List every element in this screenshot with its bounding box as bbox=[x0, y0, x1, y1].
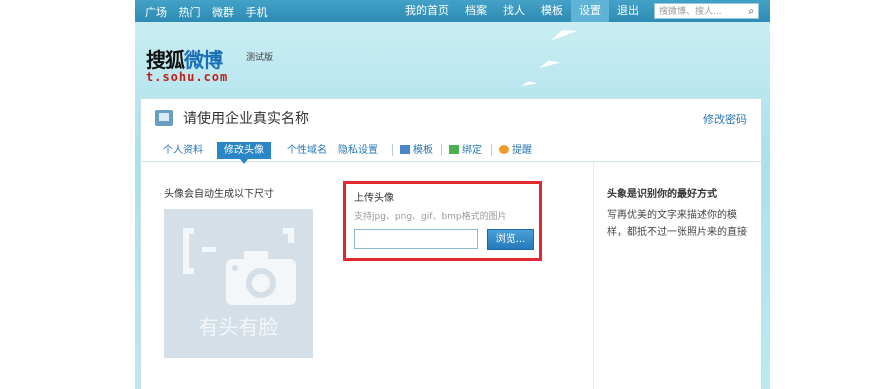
change-password-link[interactable]: 修改密码 bbox=[703, 111, 747, 127]
column-divider bbox=[593, 161, 594, 389]
paper-plane-decoration bbox=[548, 25, 578, 41]
template-icon bbox=[400, 145, 410, 154]
nav-link-logout[interactable]: 退出 bbox=[609, 0, 647, 22]
top-nav-right: 我的首页 档案 找人 模板 设置 退出 bbox=[397, 0, 647, 22]
panel-title: 请使用企业真实名称 bbox=[183, 111, 309, 127]
sidebar-title: 头象是识别你的最好方式 bbox=[607, 189, 717, 200]
search-placeholder: 搜微博、搜人... bbox=[659, 7, 722, 17]
nav-link-settings[interactable]: 设置 bbox=[571, 0, 609, 22]
nav-link-groups[interactable]: 微群 bbox=[212, 6, 234, 19]
top-nav-bar: 广场 热门 微群 手机 我的首页 档案 找人 模板 设置 退出 搜微博、搜人..… bbox=[135, 0, 770, 22]
tab-divider bbox=[491, 144, 492, 156]
tab-divider bbox=[392, 144, 393, 156]
sidebar-text: 写再优美的文字来描述你的模样，都抵不过一张照片来的直接 bbox=[607, 210, 747, 238]
logo-url: t.sohu.com bbox=[146, 70, 229, 84]
avatar-placeholder: 有头有脸 bbox=[164, 209, 313, 358]
camera-icon bbox=[183, 228, 296, 305]
nav-link-find-people[interactable]: 找人 bbox=[495, 0, 533, 22]
reminder-icon bbox=[499, 145, 509, 154]
tab-templates[interactable]: 模板 bbox=[400, 142, 433, 159]
nav-link-home[interactable]: 我的首页 bbox=[397, 0, 457, 22]
nav-link-plaza[interactable]: 广场 bbox=[145, 6, 167, 19]
browse-button[interactable]: 浏览... bbox=[487, 229, 534, 250]
settings-tabs: 个人资料 修改头像 个性域名 隐私设置 模板 绑定 提醒 bbox=[141, 139, 761, 164]
search-input[interactable]: 搜微博、搜人... ⌕ bbox=[654, 3, 759, 19]
tab-reminders[interactable]: 提醒 bbox=[499, 142, 532, 159]
settings-panel: 请使用企业真实名称 修改密码 个人资料 修改头像 个性域名 隐私设置 模板 绑定… bbox=[140, 98, 762, 389]
beta-label: 测试版 bbox=[246, 53, 274, 63]
nav-link-mobile[interactable]: 手机 bbox=[246, 6, 268, 19]
nav-link-profile[interactable]: 档案 bbox=[457, 0, 495, 22]
tab-personal-info[interactable]: 个人资料 bbox=[163, 142, 203, 159]
top-nav-left: 广场 热门 微群 手机 bbox=[145, 4, 276, 20]
profile-card-icon bbox=[155, 110, 173, 126]
tab-privacy[interactable]: 隐私设置 bbox=[338, 142, 378, 159]
file-path-input[interactable] bbox=[354, 229, 478, 249]
avatar-placeholder-text: 有头有脸 bbox=[198, 315, 279, 339]
tab-divider bbox=[441, 144, 442, 156]
tab-change-avatar[interactable]: 修改头像 bbox=[217, 142, 271, 164]
binding-icon bbox=[449, 145, 459, 154]
page-frame: 广场 热门 微群 手机 我的首页 档案 找人 模板 设置 退出 搜微博、搜人..… bbox=[135, 0, 770, 389]
paper-plane-decoration bbox=[537, 57, 561, 69]
paper-plane-decoration bbox=[520, 79, 538, 87]
tab-custom-domain[interactable]: 个性域名 bbox=[287, 142, 327, 159]
avatar-size-title: 头像会自动生成以下尺寸 bbox=[164, 189, 274, 200]
nav-link-templates[interactable]: 模板 bbox=[533, 0, 571, 22]
tab-binding[interactable]: 绑定 bbox=[449, 142, 482, 159]
search-icon[interactable]: ⌕ bbox=[748, 4, 754, 20]
sohu-weibo-logo[interactable]: 搜狐微博 测试版 t.sohu.com bbox=[146, 44, 273, 84]
nav-link-hot[interactable]: 热门 bbox=[179, 6, 201, 19]
upload-avatar-box: 上传头像 支持jpg、png、gif、bmp格式的图片 浏览... bbox=[343, 181, 542, 261]
upload-title: 上传头像 bbox=[354, 193, 394, 204]
logo-wordmark: 搜狐微博 bbox=[146, 48, 223, 72]
upload-format-hint: 支持jpg、png、gif、bmp格式的图片 bbox=[354, 212, 507, 222]
